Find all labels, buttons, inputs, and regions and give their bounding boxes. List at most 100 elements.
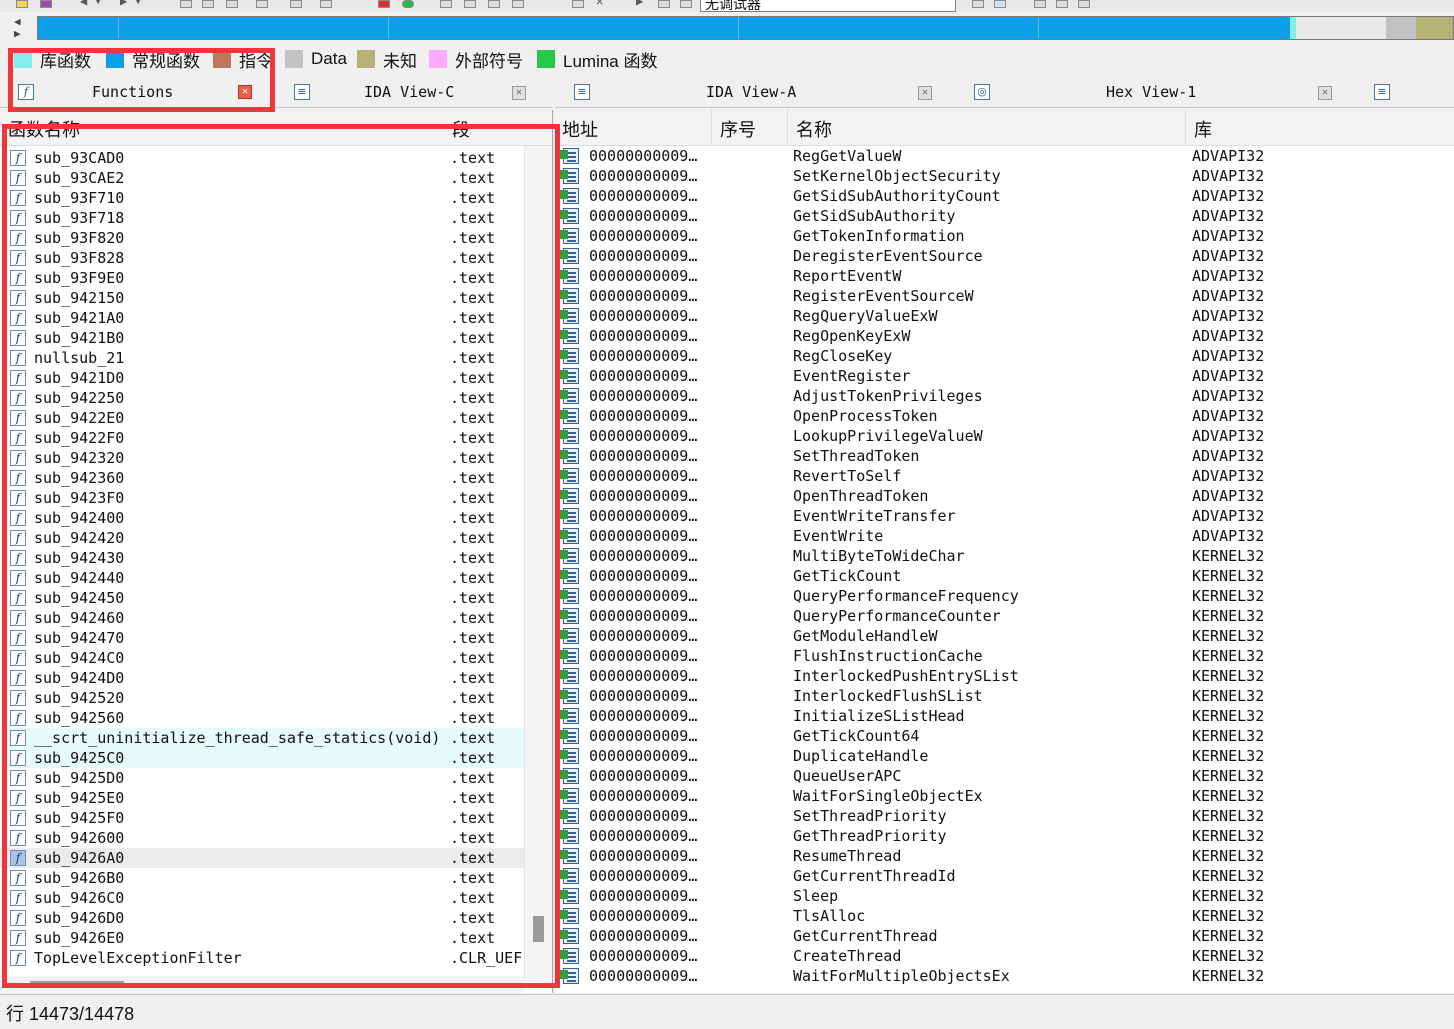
import-row[interactable]: 00000000009… GetModuleHandleW KERNEL32: [556, 626, 1454, 646]
function-row[interactable]: f sub_942360 .text: [0, 468, 524, 488]
import-row[interactable]: 00000000009… DuplicateHandle KERNEL32: [556, 746, 1454, 766]
toolbar-tool-icon[interactable]: [994, 0, 1006, 8]
toolbar-tool-icon[interactable]: [1078, 0, 1090, 8]
functions-horizontal-scrollbar[interactable]: [0, 976, 524, 993]
import-row[interactable]: 00000000009… InterlockedFlushSList KERNEL3…: [556, 686, 1454, 706]
import-row[interactable]: 00000000009… DeregisterEventSource ADVAPI3…: [556, 246, 1454, 266]
import-row[interactable]: 00000000009… GetTokenInformation ADVAPI32: [556, 226, 1454, 246]
import-row[interactable]: 00000000009… FlushInstructionCache KERNEL3…: [556, 646, 1454, 666]
toolbar-tool-icon[interactable]: [256, 0, 268, 8]
function-row[interactable]: f sub_942440 .text: [0, 568, 524, 588]
function-row[interactable]: f sub_9425C0 .text: [0, 748, 524, 768]
function-row[interactable]: f sub_9423F0 .text: [0, 488, 524, 508]
function-row[interactable]: f sub_9426A0 .text: [0, 848, 524, 868]
close-icon[interactable]: ✕: [918, 86, 932, 100]
debugger-select[interactable]: 无调试器: [700, 0, 956, 12]
function-row[interactable]: f sub_9426D0 .text: [0, 908, 524, 928]
import-row[interactable]: 00000000009… GetSidSubAuthority ADVAPI32: [556, 206, 1454, 226]
function-row[interactable]: f sub_942560 .text: [0, 708, 524, 728]
toolbar-tool-icon[interactable]: [658, 0, 670, 8]
tab-ida-view-a[interactable]: ≡ IDA View-A ✕: [570, 78, 940, 108]
close-icon[interactable]: ✕: [512, 86, 526, 100]
import-row[interactable]: 00000000009… Sleep KERNEL32: [556, 886, 1454, 906]
function-row[interactable]: f sub_942600 .text: [0, 828, 524, 848]
function-row[interactable]: f sub_9425D0 .text: [0, 768, 524, 788]
function-row[interactable]: f sub_942520 .text: [0, 688, 524, 708]
function-row[interactable]: f sub_942320 .text: [0, 448, 524, 468]
import-row[interactable]: 00000000009… GetTickCount KERNEL32: [556, 566, 1454, 586]
toolbar-tool-icon[interactable]: [512, 0, 524, 8]
function-row[interactable]: f sub_9421A0 .text: [0, 308, 524, 328]
import-row[interactable]: 00000000009… SetThreadPriority KERNEL32: [556, 806, 1454, 826]
import-row[interactable]: 00000000009… GetThreadPriority KERNEL32: [556, 826, 1454, 846]
function-row[interactable]: f sub_9421B0 .text: [0, 328, 524, 348]
function-row[interactable]: f sub_9426C0 .text: [0, 888, 524, 908]
column-address[interactable]: 地址: [562, 116, 598, 142]
toolbar-tool-icon[interactable]: [290, 0, 302, 8]
scrollbar-thumb[interactable]: [30, 981, 124, 988]
import-row[interactable]: 00000000009… ReportEventW ADVAPI32: [556, 266, 1454, 286]
toolbar-tool-icon[interactable]: [180, 0, 192, 8]
function-row[interactable]: f sub_93F828 .text: [0, 248, 524, 268]
column-function-name[interactable]: 函数名称: [8, 116, 80, 142]
import-row[interactable]: 00000000009… EventRegister ADVAPI32: [556, 366, 1454, 386]
play-icon[interactable]: ▶: [636, 0, 643, 8]
import-row[interactable]: 00000000009… GetSidSubAuthorityCount ADVAP…: [556, 186, 1454, 206]
import-row[interactable]: 00000000009… EventWriteTransfer ADVAPI32: [556, 506, 1454, 526]
import-row[interactable]: 00000000009… QueryPerformanceFrequency KER…: [556, 586, 1454, 606]
import-row[interactable]: 00000000009… GetCurrentThreadId KERNEL32: [556, 866, 1454, 886]
import-row[interactable]: 00000000009… RevertToSelf ADVAPI32: [556, 466, 1454, 486]
toolbar-tool-icon[interactable]: [972, 0, 984, 8]
toolbar-tool-icon[interactable]: [1056, 0, 1068, 8]
import-row[interactable]: 00000000009… WaitForSingleObjectEx KERNEL3…: [556, 786, 1454, 806]
function-row[interactable]: f sub_9426B0 .text: [0, 868, 524, 888]
function-row[interactable]: f sub_942430 .text: [0, 548, 524, 568]
import-row[interactable]: 00000000009… InterlockedPushEntrySList KER…: [556, 666, 1454, 686]
function-row[interactable]: f sub_942420 .text: [0, 528, 524, 548]
function-row[interactable]: f sub_942250 .text: [0, 388, 524, 408]
import-row[interactable]: 00000000009… OpenThreadToken ADVAPI32: [556, 486, 1454, 506]
function-row[interactable]: f sub_9425F0 .text: [0, 808, 524, 828]
function-row[interactable]: f sub_93F718 .text: [0, 208, 524, 228]
import-row[interactable]: 00000000009… RegGetValueW ADVAPI32: [556, 146, 1454, 166]
toolbar-tool-icon[interactable]: [488, 0, 500, 8]
forward-icon[interactable]: ▶ ▾: [120, 0, 142, 8]
stop-icon[interactable]: [378, 0, 390, 8]
function-row[interactable]: f sub_93CAD0 .text: [0, 148, 524, 168]
navigation-overview-bar[interactable]: [37, 16, 1454, 40]
run-icon[interactable]: [402, 0, 414, 8]
import-row[interactable]: 00000000009… GetCurrentThread KERNEL32: [556, 926, 1454, 946]
function-row[interactable]: f sub_9422E0 .text: [0, 408, 524, 428]
function-row[interactable]: f sub_942400 .text: [0, 508, 524, 528]
import-row[interactable]: 00000000009… CreateThread KERNEL32: [556, 946, 1454, 966]
function-row[interactable]: f sub_942450 .text: [0, 588, 524, 608]
import-row[interactable]: 00000000009… AdjustTokenPrivileges ADVAPI3…: [556, 386, 1454, 406]
import-row[interactable]: 00000000009… RegCloseKey ADVAPI32: [556, 346, 1454, 366]
function-row[interactable]: f sub_93CAE2 .text: [0, 168, 524, 188]
function-row[interactable]: f sub_942470 .text: [0, 628, 524, 648]
close-icon[interactable]: ✕: [238, 85, 252, 99]
import-row[interactable]: 00000000009… MultiByteToWideChar KERNEL32: [556, 546, 1454, 566]
column-name[interactable]: 名称: [796, 116, 832, 142]
toolbar-tool-icon[interactable]: [572, 0, 584, 8]
import-row[interactable]: 00000000009… WaitForMultipleObjectsEx KERN…: [556, 966, 1454, 986]
column-library[interactable]: 库: [1194, 116, 1212, 142]
import-row[interactable]: 00000000009… TlsAlloc KERNEL32: [556, 906, 1454, 926]
toolbar-tool-icon[interactable]: [680, 0, 692, 8]
function-row[interactable]: f sub_9422F0 .text: [0, 428, 524, 448]
import-row[interactable]: 00000000009… SetThreadToken ADVAPI32: [556, 446, 1454, 466]
toolbar-tool-icon[interactable]: [464, 0, 476, 8]
tab-ida-view-c[interactable]: ≡ IDA View-C ✕: [290, 78, 533, 108]
function-row[interactable]: f TopLevelExceptionFilter .CLR_UEF: [0, 948, 524, 968]
toolbar-tool-icon[interactable]: [440, 0, 452, 8]
toolbar-tool-icon[interactable]: [320, 0, 332, 8]
import-row[interactable]: 00000000009… RegOpenKeyExW ADVAPI32: [556, 326, 1454, 346]
import-row[interactable]: 00000000009… RegQueryValueExW ADVAPI32: [556, 306, 1454, 326]
function-row[interactable]: f sub_9426E0 .text: [0, 928, 524, 948]
toolbar-tool-icon[interactable]: [226, 0, 238, 8]
import-row[interactable]: 00000000009… OpenProcessToken ADVAPI32: [556, 406, 1454, 426]
function-row[interactable]: f nullsub_21 .text: [0, 348, 524, 368]
column-segment[interactable]: 段: [452, 116, 470, 142]
function-row[interactable]: f sub_93F820 .text: [0, 228, 524, 248]
import-row[interactable]: 00000000009… SetKernelObjectSecurity ADVAP…: [556, 166, 1454, 186]
